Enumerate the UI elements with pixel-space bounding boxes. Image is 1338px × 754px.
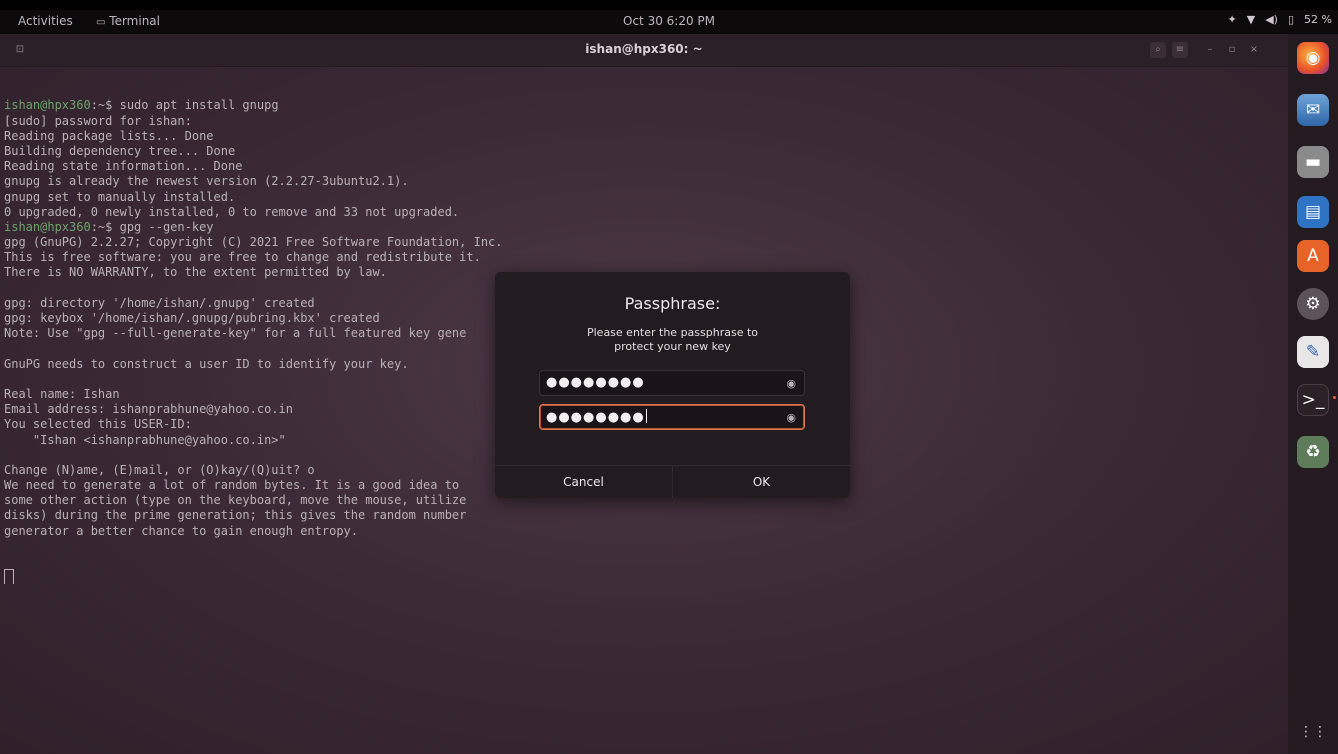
terminal-line: Reading package lists... Done bbox=[4, 129, 1288, 144]
firefox-icon[interactable]: ◉ bbox=[1297, 42, 1329, 74]
terminal-line-text: Change (N)ame, (E)mail, or (O)kay/(Q)uit… bbox=[4, 462, 315, 477]
terminal-line: Reading state information... Done bbox=[4, 159, 1288, 174]
terminal-headerbar[interactable]: ⊡ ishan@hpx360: ~ ⌕ ≡ – ▫ × bbox=[0, 34, 1288, 67]
text-editor-icon[interactable]: ✎ bbox=[1297, 336, 1329, 368]
text-caret bbox=[645, 409, 647, 423]
terminal-line-text: gpg: directory '/home/ishan/.gnupg' crea… bbox=[4, 295, 315, 310]
clock[interactable]: Oct 30 6:20 PM bbox=[0, 14, 1338, 28]
passphrase-confirm-value: ●●●●●●●● bbox=[546, 409, 647, 425]
shell-prompt-suffix: :~$ bbox=[90, 219, 120, 234]
terminal-line-text: disks) during the prime generation; this… bbox=[4, 508, 467, 523]
terminal-line: Building dependency tree... Done bbox=[4, 144, 1288, 159]
terminal-line: This is free software: you are free to c… bbox=[4, 250, 1288, 265]
terminal-line-text: You selected this USER-ID: bbox=[4, 417, 192, 432]
maximize-icon[interactable]: ▫ bbox=[1224, 42, 1240, 58]
close-icon[interactable]: × bbox=[1246, 42, 1262, 58]
dialog-title: Passphrase: bbox=[624, 294, 721, 313]
terminal-line: 0 upgraded, 0 newly installed, 0 to remo… bbox=[4, 205, 1288, 220]
terminal-line: ishan@hpx360:~$ gpg --gen-key bbox=[4, 220, 1288, 235]
accessibility-icon: ✦ bbox=[1227, 13, 1237, 26]
eye-icon[interactable]: ◉ bbox=[786, 377, 796, 390]
shell-prompt: ishan@hpx360 bbox=[4, 219, 91, 234]
ok-button[interactable]: OK bbox=[672, 466, 850, 498]
terminal-line-text: sudo apt install gnupg bbox=[119, 98, 279, 113]
shell-prompt: ishan@hpx360 bbox=[4, 98, 91, 113]
terminal-line-text: generator a better chance to gain enough… bbox=[4, 523, 359, 538]
terminal-line-text: There is NO WARRANTY, to the extent perm… bbox=[4, 265, 387, 280]
thunderbird-icon[interactable]: ✉ bbox=[1297, 94, 1329, 126]
terminal-line: gnupg set to manually installed. bbox=[4, 190, 1288, 205]
terminal-line-text: This is free software: you are free to c… bbox=[4, 250, 481, 265]
terminal-line-text: gpg --gen-key bbox=[119, 219, 214, 234]
terminal-line-text: Note: Use "gpg --full-generate-key" for … bbox=[4, 326, 467, 341]
terminal-line-text: 0 upgraded, 0 newly installed, 0 to remo… bbox=[4, 204, 460, 219]
battery-level: 52 % bbox=[1304, 13, 1332, 26]
files-icon[interactable]: ▬ bbox=[1297, 146, 1329, 178]
terminal-app-icon[interactable]: >_ bbox=[1297, 384, 1329, 416]
trash-icon[interactable]: ♻ bbox=[1297, 436, 1329, 468]
volume-icon: ◀) bbox=[1265, 13, 1278, 26]
settings-icon[interactable]: ⚙ bbox=[1297, 288, 1329, 320]
top-bar: Activities ▭ Terminal Oct 30 6:20 PM ✦ ▼… bbox=[0, 10, 1338, 34]
terminal-line-text: Reading package lists... Done bbox=[4, 128, 214, 143]
dock: ◉ ✉ ▬ ▤ A ⚙ ✎ >_ ♻ ⋮⋮ bbox=[1288, 34, 1338, 754]
terminal-line: ishan@hpx360:~$ sudo apt install gnupg bbox=[4, 98, 1288, 113]
search-icon[interactable]: ⌕ bbox=[1150, 42, 1166, 58]
terminal-cursor bbox=[4, 569, 14, 585]
dialog-message-line1: Please enter the passphrase to bbox=[586, 326, 759, 339]
eye-icon[interactable]: ◉ bbox=[786, 411, 796, 424]
terminal-line: gpg (GnuPG) 2.2.27; Copyright (C) 2021 F… bbox=[4, 235, 1288, 250]
passphrase-confirm-input[interactable]: ●●●●●●●● ◉ bbox=[539, 404, 805, 430]
terminal-line: generator a better chance to gain enough… bbox=[4, 524, 1288, 539]
cancel-button[interactable]: Cancel bbox=[495, 466, 672, 498]
show-apps-icon[interactable]: ⋮⋮ bbox=[1297, 716, 1329, 748]
terminal-line-text: gnupg is already the newest version (2.2… bbox=[4, 174, 409, 189]
terminal-line-text: [sudo] password for ishan: bbox=[4, 113, 192, 128]
terminal-line-text: some other action (type on the keyboard,… bbox=[4, 493, 467, 508]
terminal-line-text: gpg (GnuPG) 2.2.27; Copyright (C) 2021 F… bbox=[4, 235, 503, 250]
terminal-line: gnupg is already the newest version (2.2… bbox=[4, 174, 1288, 189]
terminal-line-text: Email address: ishanprabhune@yahoo.co.in bbox=[4, 402, 293, 417]
terminal-line-text: gnupg set to manually installed. bbox=[4, 189, 236, 204]
dialog-message-line2: protect your new key bbox=[614, 340, 731, 353]
software-icon[interactable]: A bbox=[1297, 240, 1329, 272]
system-status-area[interactable]: ✦ ▼ ◀) ▯ 52 % bbox=[1228, 13, 1332, 26]
terminal-line-text: Real name: Ishan bbox=[4, 386, 120, 401]
terminal-line-text: Building dependency tree... Done bbox=[4, 143, 236, 158]
passphrase-value: ●●●●●●●● bbox=[546, 375, 645, 390]
battery-icon: ▯ bbox=[1287, 13, 1295, 26]
terminal-line-text: "Ishan <ishanprabhune@yahoo.co.in>" bbox=[4, 432, 286, 447]
terminal-line-text: GnuPG needs to construct a user ID to id… bbox=[4, 356, 409, 371]
writer-icon[interactable]: ▤ bbox=[1297, 196, 1329, 228]
terminal-line: [sudo] password for ishan: bbox=[4, 114, 1288, 129]
terminal-line-text: We need to generate a lot of random byte… bbox=[4, 478, 460, 493]
terminal-line: disks) during the prime generation; this… bbox=[4, 508, 1288, 523]
window-title: ishan@hpx360: ~ bbox=[585, 42, 703, 56]
minimize-icon[interactable]: – bbox=[1202, 42, 1218, 58]
dialog-message: Please enter the passphrase to protect y… bbox=[555, 326, 790, 354]
passphrase-input[interactable]: ●●●●●●●● ◉ bbox=[539, 370, 805, 396]
running-indicator bbox=[1333, 396, 1336, 399]
terminal-cursor-line bbox=[4, 569, 1288, 585]
dialog-buttons: Cancel OK bbox=[495, 465, 850, 498]
terminal-line-text: gpg: keybox '/home/ishan/.gnupg/pubring.… bbox=[4, 311, 380, 326]
shell-prompt-suffix: :~$ bbox=[90, 98, 120, 113]
wifi-icon: ▼ bbox=[1246, 13, 1256, 26]
terminal-line-text: Reading state information... Done bbox=[4, 159, 243, 174]
passphrase-dialog: Passphrase: Please enter the passphrase … bbox=[495, 272, 850, 498]
desktop: Activities ▭ Terminal Oct 30 6:20 PM ✦ ▼… bbox=[0, 10, 1338, 754]
menu-icon[interactable]: ≡ bbox=[1172, 42, 1188, 58]
